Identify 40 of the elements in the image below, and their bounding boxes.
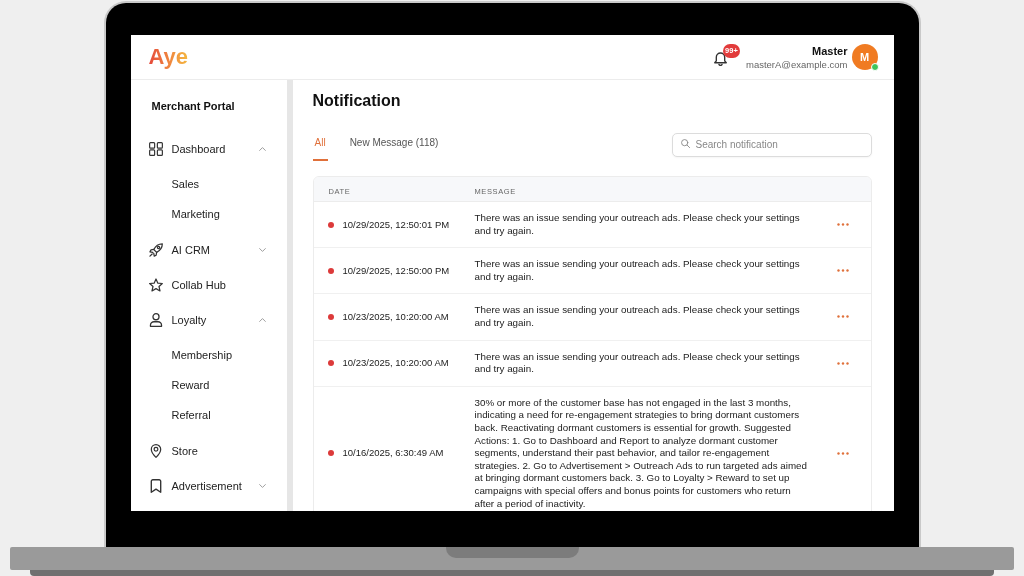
user-email: masterA@example.com xyxy=(746,57,848,71)
user-name: Master xyxy=(812,43,848,58)
sidebar-subitem[interactable]: Referral xyxy=(130,400,287,430)
ellipsis-icon xyxy=(837,315,849,319)
date-text: 10/23/2025, 10:20:00 AM xyxy=(342,357,449,370)
map-pin-icon xyxy=(148,443,163,458)
sidebar-item[interactable]: Collab Hub xyxy=(130,267,287,302)
sidebar-item[interactable]: Loyalty xyxy=(130,302,287,337)
bell-icon[interactable] xyxy=(714,51,727,66)
sidebar-item[interactable]: Dashboard xyxy=(130,131,287,166)
ellipsis-icon xyxy=(837,451,849,455)
sidebar-subitem[interactable]: Membership xyxy=(130,340,287,370)
bookmark-icon xyxy=(148,478,163,493)
grid-icon xyxy=(148,141,163,156)
message-text: There was an issue sending your outreach ads. Please check your settings and try again. xyxy=(474,304,801,330)
sidebar-subitem[interactable]: Reward xyxy=(130,370,287,400)
sidebar-subitem[interactable]: Sales xyxy=(130,169,287,199)
sidebar-item[interactable]: Store xyxy=(130,433,287,468)
sidebar-subitem[interactable]: Marketing xyxy=(130,199,287,229)
sidebar-item[interactable]: Advertisement xyxy=(130,468,287,503)
message-text: There was an issue sending your outreach ads. Please check your settings and try again. xyxy=(474,258,801,284)
tab[interactable]: New Message (118) xyxy=(347,131,441,161)
search-field[interactable]: Search notification xyxy=(671,132,872,157)
sidebar-title: Merchant Portal xyxy=(150,99,236,114)
ellipsis-icon xyxy=(837,361,849,365)
rocket-icon xyxy=(148,242,163,257)
message-text: 30% or more of the customer base has not engaged in the last 3 months, indicating a need for re-engagement strategies to bring dormant customers back. Reactivating dormant customers is essential for growth. Suggested Actions: 1. Go to Dashboard and Report to analyze dormant customer segments, understand their past behavior, and tailor re-engagement strategies. 2. Go to Advertisement > Outreach Ads to run targeted ads aimed at bringing dormant customers back. 3. Go to Loyalty > Reward to set up campaigns with special offers and bonus points for customers who return after a period of inactivity. xyxy=(474,396,808,511)
message-text: There was an issue sending your outreach ads. Please check your settings and try again. xyxy=(474,212,801,238)
ellipsis-icon xyxy=(837,269,849,273)
message-text: There was an issue sending your outreach ads. Please check your settings and try again. xyxy=(474,350,801,376)
sidebar-item[interactable]: AI CRM xyxy=(130,232,287,267)
ellipsis-icon xyxy=(837,223,849,227)
date-text: 10/23/2025, 10:20:00 AM xyxy=(342,310,449,323)
search-icon xyxy=(680,139,690,148)
date-text: 10/16/2025, 6:30:49 AM xyxy=(342,447,444,460)
user-icon xyxy=(148,312,163,327)
date-text: 10/29/2025, 12:50:00 PM xyxy=(342,264,450,277)
page-title: Notification xyxy=(312,91,402,111)
star-icon xyxy=(148,277,163,292)
date-text: 10/29/2025, 12:50:01 PM xyxy=(342,218,450,231)
